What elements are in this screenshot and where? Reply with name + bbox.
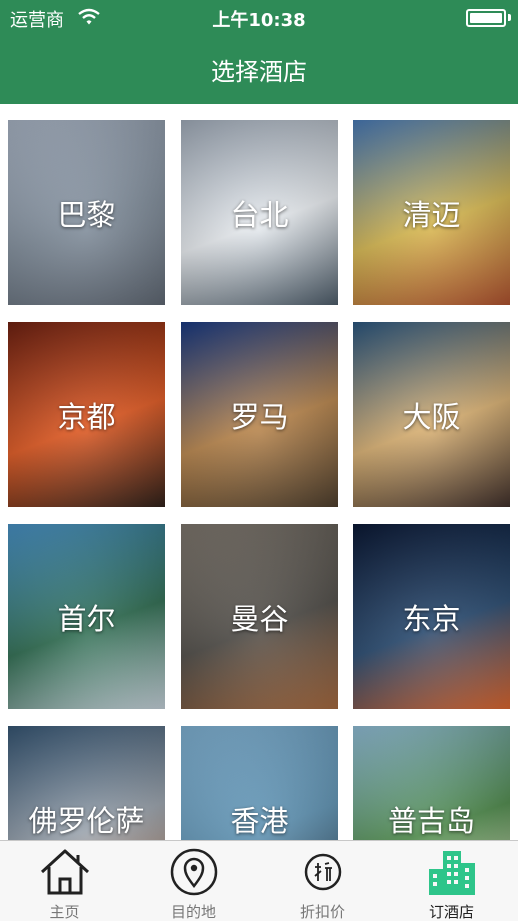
destination-label: 普吉岛 xyxy=(387,803,475,838)
tab-home[interactable]: 主页 xyxy=(0,841,129,921)
destination-tile[interactable]: 首尔 xyxy=(8,524,165,709)
destination-grid: 巴黎 台北 清迈京都 罗马 大阪首尔 曼谷 东京佛罗伦萨 香港 普吉岛 xyxy=(0,104,518,840)
destination-tile[interactable]: 东京 xyxy=(353,524,510,709)
tab-home-label: 主页 xyxy=(49,903,80,921)
destination-label: 巴黎 xyxy=(57,197,116,232)
tab-destination-label: 目的地 xyxy=(170,903,216,921)
destination-label: 曼谷 xyxy=(230,601,289,636)
status-bar: 运营商 上午10:38 xyxy=(0,0,518,34)
battery-icon xyxy=(466,9,506,27)
battery-tip xyxy=(508,14,511,21)
tab-hotel[interactable]: 订酒店 xyxy=(387,841,516,921)
destination-tile[interactable]: 香港 xyxy=(181,726,338,840)
destination-label: 佛罗伦萨 xyxy=(28,803,145,838)
location-pin-icon xyxy=(170,848,217,896)
destination-tile[interactable]: 京都 xyxy=(8,322,165,507)
destination-label: 台北 xyxy=(230,197,289,232)
destination-label: 香港 xyxy=(230,803,289,838)
destination-tile[interactable]: 巴黎 xyxy=(8,120,165,305)
destination-tile[interactable]: 罗马 xyxy=(181,322,338,507)
tab-bar: 主页 目的地 折扣价 订酒店 xyxy=(0,840,518,921)
home-icon xyxy=(40,849,89,895)
destination-label: 首尔 xyxy=(57,601,116,636)
tab-discount-label: 折扣价 xyxy=(299,903,345,921)
destination-tile[interactable]: 曼谷 xyxy=(181,524,338,709)
destination-tile[interactable]: 台北 xyxy=(181,120,338,305)
discount-icon xyxy=(304,853,341,891)
destination-tile[interactable]: 大阪 xyxy=(353,322,510,507)
destination-tile[interactable]: 普吉岛 xyxy=(353,726,510,840)
tab-destination[interactable]: 目的地 xyxy=(129,841,258,921)
destination-label: 清迈 xyxy=(402,197,461,232)
destination-tile[interactable]: 佛罗伦萨 xyxy=(8,726,165,840)
destination-label: 罗马 xyxy=(230,399,289,434)
destination-label: 大阪 xyxy=(402,399,461,434)
destination-label: 京都 xyxy=(57,399,116,434)
destination-tile[interactable]: 清迈 xyxy=(353,120,510,305)
destination-label: 东京 xyxy=(402,601,461,636)
tab-discount[interactable]: 折扣价 xyxy=(258,841,387,921)
app-header: 运营商 上午10:38 选择酒店 xyxy=(0,0,518,104)
page-title: 选择酒店 xyxy=(211,58,307,86)
hotel-buildings-icon xyxy=(428,851,475,895)
tab-hotel-label: 订酒店 xyxy=(428,903,474,921)
status-time: 上午10:38 xyxy=(212,10,306,31)
